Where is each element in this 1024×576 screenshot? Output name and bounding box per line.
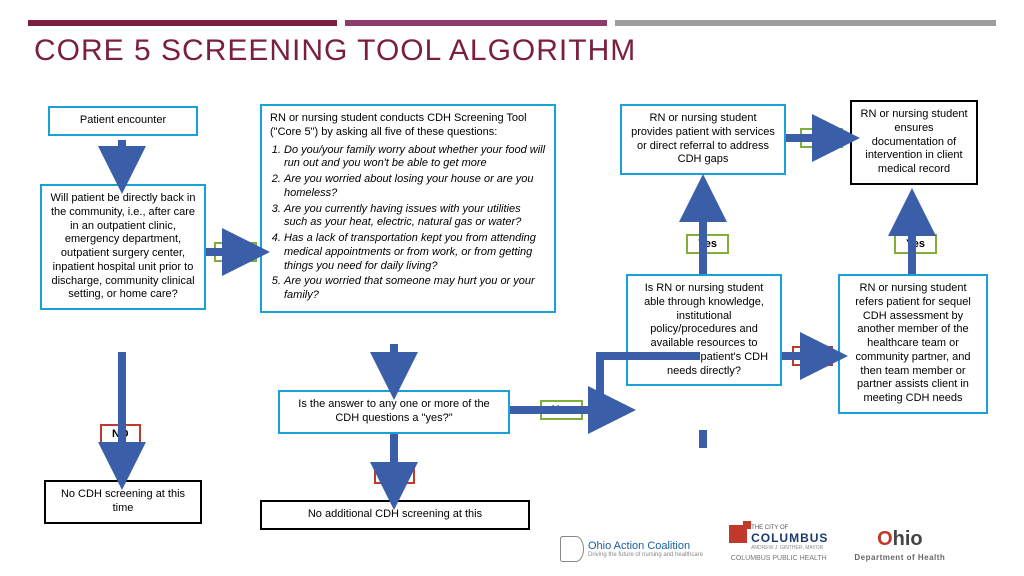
q5: Are you worried that someone may hurt yo… [284,275,546,303]
node-patient: Patient encounter [48,106,198,136]
node-core5-tool: RN or nursing student conducts CDH Scree… [260,104,556,313]
node-provides: RN or nursing student provides patient w… [620,104,786,175]
logo-ohio-doh: Ohio Department of Health [854,528,945,562]
q4: Has a lack of transportation kept you fr… [284,232,546,273]
label-no-able: NO [792,346,833,366]
label-no-anyyes: NO [374,464,415,484]
label-no-community: NO [100,424,141,444]
label-yes-able: Yes [686,234,729,254]
label-yes-anyyes: Yes [540,400,583,420]
node-no-screening: No CDH screening at this time [44,480,202,524]
label-yes-provides: Yes [800,128,843,148]
node-refers: RN or nursing student refers patient for… [838,274,988,414]
node-any-yes: Is the answer to any one or more of the … [278,390,510,434]
logo-ohio-action-coalition: Ohio Action Coalition Driving the future… [560,536,703,562]
node-community: Will patient be directly back in the com… [40,184,206,310]
tool-lead: RN or nursing student conducts CDH Scree… [270,112,546,140]
slide: CORE 5 SCREENING TOOL ALGORITHM Patient … [0,0,1024,576]
footer-logos: Ohio Action Coalition Driving the future… [560,525,945,562]
node-documents: RN or nursing student ensures documentat… [850,100,978,185]
q2: Are you worried about losing your house … [284,173,546,201]
accent-bars [28,20,996,26]
ohio-outline-icon [560,536,584,562]
q3: Are you currently having issues with you… [284,203,546,231]
logo-columbus: THE CITY OF COLUMBUS ANDREW J. GINTHER, … [729,525,828,562]
label-yes-refers: Yes [894,234,937,254]
q1: Do you/your family worry about whether y… [284,144,546,172]
node-no-additional: No additional CDH screening at this [260,500,530,530]
page-title: CORE 5 SCREENING TOOL ALGORITHM [34,34,636,68]
core5-questions: Do you/your family worry about whether y… [284,144,546,303]
columbus-icon [729,525,747,543]
ohio-text: hio [893,528,923,550]
label-yes-community: Yes [214,242,257,262]
node-able: Is RN or nursing student able through kn… [626,274,782,386]
